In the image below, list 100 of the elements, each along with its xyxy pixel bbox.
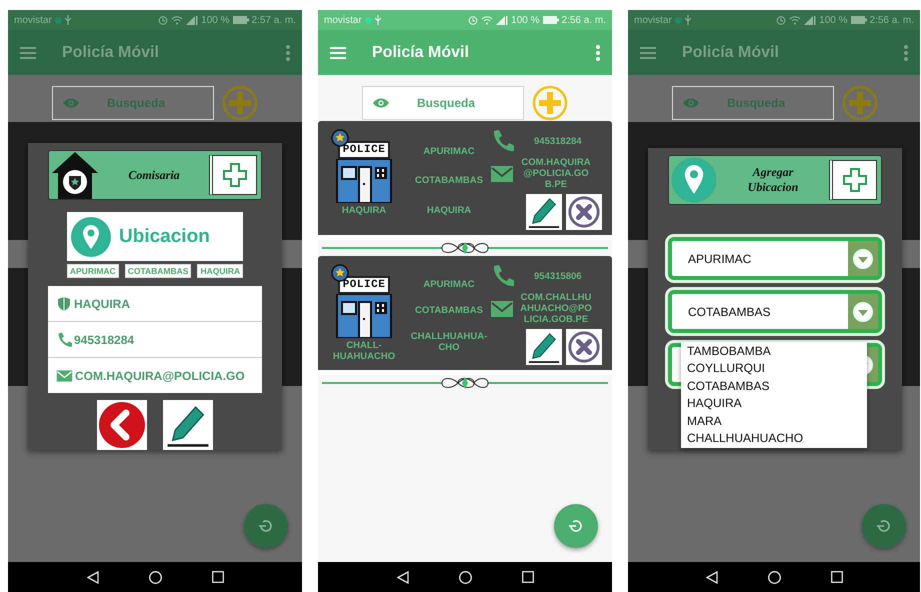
- eye-icon: [373, 98, 389, 108]
- battery-icon: [542, 16, 559, 24]
- add-button[interactable]: [829, 160, 877, 200]
- police-sign: POLICE: [338, 141, 390, 159]
- battery-icon: [232, 16, 249, 24]
- plus-icon: [222, 162, 248, 188]
- carrier-name: movistar: [14, 14, 52, 26]
- refresh-icon: [568, 518, 584, 534]
- region-name: APURIMAC: [422, 279, 476, 290]
- edit-button[interactable]: [526, 194, 562, 230]
- home-icon[interactable]: [148, 570, 162, 584]
- dialog-title: Agregar Ubicacion: [746, 165, 800, 195]
- location-pin-icon: [671, 157, 717, 203]
- back-icon[interactable]: [706, 570, 718, 584]
- location-chip: COTABAMBAS: [124, 264, 192, 278]
- location-pin-icon: [71, 216, 111, 256]
- wifi-icon: [481, 15, 494, 25]
- region-name: APURIMAC: [422, 146, 476, 158]
- battery-level: 100 %: [201, 14, 230, 26]
- station-text: HAQUIRA: [74, 296, 130, 310]
- refresh-button[interactable]: [862, 504, 906, 548]
- mail-icon: [56, 368, 73, 382]
- dropdown-field[interactable]: COTABAMBAS: [668, 290, 882, 333]
- status-dot-icon: [364, 16, 372, 24]
- usb-icon: [374, 15, 381, 25]
- recent-apps-icon[interactable]: [830, 571, 842, 583]
- phone-text: 945318284: [74, 332, 134, 346]
- battery-level: 100 %: [819, 14, 848, 26]
- signal-icon: [496, 16, 508, 24]
- police-station-icon: [333, 294, 395, 338]
- refresh-button[interactable]: [244, 504, 288, 548]
- dialog-title: Comisaria: [127, 168, 181, 182]
- carrier-name: movistar: [324, 14, 362, 26]
- email-text: COM.HAQUIRA@POLICIA.GO: [75, 368, 245, 382]
- phone-number: 945318284: [534, 136, 582, 146]
- pencil-icon: [527, 195, 561, 229]
- banner-title: Ubicacion: [119, 226, 210, 248]
- back-button[interactable]: [97, 400, 147, 450]
- alarm-icon: [158, 15, 168, 25]
- phone-icon: [56, 332, 72, 348]
- recent-apps-icon[interactable]: [212, 571, 224, 583]
- edit-button[interactable]: [163, 400, 213, 450]
- email-address: COM.HAQUIRA@POLICIA.GOB.PE: [520, 157, 592, 190]
- close-icon: [567, 330, 601, 364]
- edit-button[interactable]: [526, 329, 562, 365]
- refresh-button[interactable]: [554, 504, 598, 548]
- plus-icon: [842, 167, 868, 193]
- status-dot-icon: [54, 16, 62, 24]
- usb-icon: [684, 15, 691, 25]
- home-icon[interactable]: [768, 570, 780, 584]
- clock-time: 2:56 a. m.: [870, 14, 914, 26]
- alarm-icon: [776, 15, 786, 25]
- battery-level: 100 %: [511, 14, 540, 26]
- wifi-icon: [789, 15, 802, 25]
- dropdown-field[interactable]: APURIMAC: [668, 237, 882, 280]
- refresh-icon: [258, 518, 274, 534]
- status-dot-icon: [674, 16, 682, 24]
- selected-value: APURIMAC: [688, 252, 752, 266]
- wifi-icon: [171, 15, 184, 25]
- signal-icon: [186, 16, 198, 24]
- back-icon[interactable]: [86, 570, 98, 584]
- app-title: Policía Móvil: [62, 44, 160, 62]
- add-button[interactable]: [209, 155, 257, 195]
- location-chip: APURIMAC: [66, 264, 119, 278]
- app-title: Policía Móvil: [372, 44, 470, 62]
- police-sign: POLICE: [338, 276, 390, 294]
- phone-number: 954315806: [534, 270, 582, 282]
- clock-time: 2:56 a. m.: [562, 14, 606, 26]
- close-icon: [567, 195, 601, 229]
- dropdown-option[interactable]: COYLLURQUI: [681, 360, 867, 378]
- dropdown-option[interactable]: CHALLHUAHUACHO: [681, 430, 867, 448]
- signal-icon: [804, 16, 816, 24]
- alarm-icon: [468, 15, 478, 25]
- station-name: HAQUIRA: [342, 205, 386, 216]
- selected-value: COTABAMBAS: [688, 304, 770, 318]
- email-address: COM.CHALLHUAHUACHO@POLICIA.GOB.PE: [520, 292, 592, 325]
- dropdown-option[interactable]: TAMBOBAMBA: [681, 343, 867, 360]
- dropdown-option[interactable]: COTABAMBAS: [681, 378, 867, 396]
- carrier-name: movistar: [634, 14, 672, 26]
- refresh-icon: [876, 518, 892, 534]
- dropdown-option[interactable]: HAQUIRA: [681, 395, 867, 413]
- pencil-icon: [527, 330, 561, 364]
- eye-icon: [63, 98, 79, 108]
- home-icon[interactable]: [458, 570, 472, 584]
- more-options-icon[interactable]: [596, 44, 600, 60]
- province-name: COTABAMBAS: [414, 304, 484, 316]
- battery-icon: [850, 16, 867, 24]
- back-icon[interactable]: [396, 570, 408, 584]
- district-name: HAQUIRA: [426, 204, 472, 216]
- delete-button[interactable]: [566, 329, 602, 365]
- recent-apps-icon[interactable]: [522, 571, 534, 583]
- location-chip: HAQUIRA: [197, 264, 244, 278]
- shield-icon: [56, 296, 72, 312]
- app-title: Policía Móvil: [682, 44, 780, 62]
- dropdown-option[interactable]: MARA: [681, 412, 867, 430]
- delete-button[interactable]: [566, 194, 602, 230]
- usb-icon: [64, 15, 71, 25]
- police-station-icon: [333, 159, 395, 203]
- clock-time: 2:57 a. m.: [252, 14, 296, 26]
- station-name: CHALL-HUAHUACHO: [332, 340, 396, 362]
